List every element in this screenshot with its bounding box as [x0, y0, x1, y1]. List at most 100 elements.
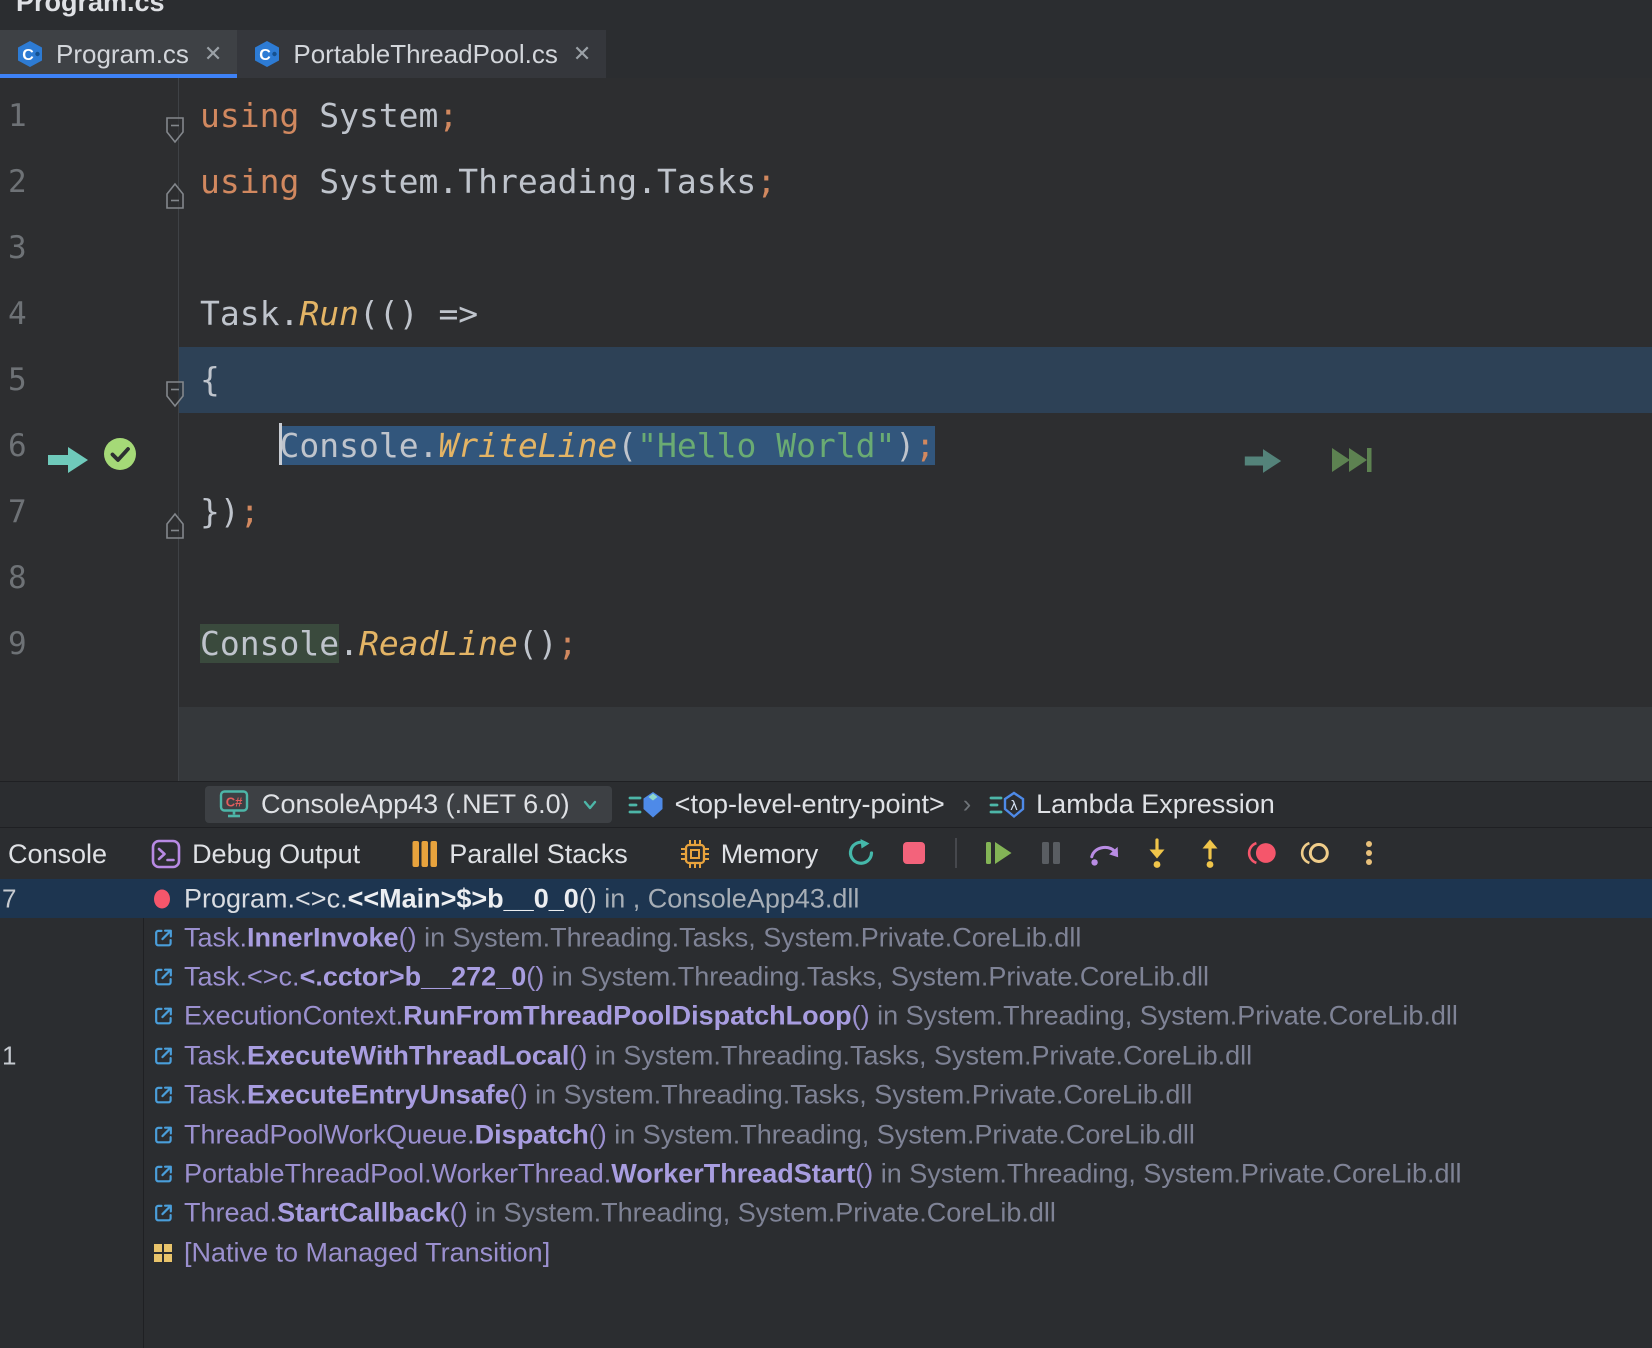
stack-frame-row[interactable]: ExecutionContext.RunFromThreadPoolDispat… [0, 997, 1652, 1036]
stack-frame-row[interactable]: PortableThreadPool.WorkerThread.WorkerTh… [0, 1154, 1652, 1193]
frame-location: in System.Threading.Tasks, System.Privat… [544, 962, 1209, 992]
stack-frame-row[interactable]: 7 Program.<>c.<<Main>$>b__0_0() in , Cons… [0, 879, 1652, 918]
external-frame-icon [152, 1202, 175, 1225]
tab-label: Program.cs [56, 39, 189, 70]
code-token: "Hello World" [637, 426, 895, 465]
code-token: WriteLine [438, 426, 617, 465]
code-line-7[interactable]: 7}); [0, 479, 1652, 545]
frame-parens: () [569, 1040, 587, 1070]
stack-frame-row[interactable]: ThreadPoolWorkQueue.Dispatch() in System… [0, 1115, 1652, 1154]
external-frame-icon [152, 1084, 175, 1107]
resume-program-button[interactable] [982, 837, 1014, 869]
stack-frame-row[interactable]: Task.<>c.<.cctor>b__272_0() in System.Th… [0, 957, 1652, 996]
code-token: ; [756, 162, 776, 201]
stack-frame-row[interactable]: Task.InnerInvoke() in System.Threading.T… [0, 918, 1652, 957]
stack-frame-row[interactable]: Task.ExecuteEntryUnsafe() in System.Thre… [0, 1076, 1652, 1115]
rerun-debug-button[interactable] [845, 837, 877, 869]
frame-prefix: PortableThreadPool.WorkerThread. [184, 1159, 611, 1189]
view-breakpoints-button[interactable] [1247, 837, 1279, 869]
toolbar-divider [955, 838, 957, 868]
window-title: Program.cs [16, 0, 165, 18]
line-number: 8 [8, 545, 27, 611]
debug-tab-parallel-stacks[interactable]: Parallel Stacks [397, 828, 643, 880]
stack-frame-text: [Native to Managed Transition] [184, 1237, 550, 1268]
code-token: Task. [200, 294, 299, 333]
code-line-1[interactable]: 1using System; [0, 83, 1652, 149]
breadcrumb-item[interactable]: <top-level-entry-point> [628, 789, 945, 820]
frame-prefix: ThreadPoolWorkQueue. [184, 1119, 475, 1149]
pause-program-button[interactable] [1035, 837, 1067, 869]
breakpoint-dot-icon [152, 887, 172, 911]
chevron-down-icon [581, 798, 599, 812]
code-line-3[interactable]: 3 [0, 215, 1652, 281]
frame-method: Dispatch [475, 1119, 589, 1149]
breakpoint-ring-button[interactable] [1300, 837, 1332, 869]
code-token: using [200, 96, 299, 135]
close-icon[interactable]: ✕ [204, 41, 222, 67]
code-token: ; [558, 624, 578, 663]
stop-button[interactable] [898, 837, 930, 869]
editor-tab-portablethreadpool-cs[interactable]: CPortableThreadPool.cs✕ [237, 30, 606, 78]
frame-location: in System.Threading.Tasks, System.Privat… [417, 922, 1082, 952]
breadcrumb-item[interactable]: C#ConsoleApp43 (.NET 6.0) [205, 786, 612, 823]
frame-method: ExecuteWithThreadLocal [247, 1040, 569, 1070]
breadcrumb-separator: › [961, 790, 973, 819]
code-token: Run [299, 294, 359, 333]
step-into-button[interactable] [1141, 837, 1173, 869]
external-frame-icon [152, 926, 175, 949]
code-line-6[interactable]: 6 Console.WriteLine("Hello World"); [0, 413, 1652, 479]
debug-tab-console[interactable]: Console [0, 828, 122, 880]
stack-frame-row[interactable]: [Native to Managed Transition] [0, 1233, 1652, 1272]
code-editor[interactable]: 1using System;2using System.Threading.Ta… [0, 78, 1652, 781]
frame-method: StartCallback [277, 1198, 450, 1228]
frame-method: WorkerThreadStart [611, 1159, 855, 1189]
code-line-2[interactable]: 2using System.Threading.Tasks; [0, 149, 1652, 215]
frame-method: <.cctor>b__272_0 [300, 962, 527, 992]
code-token: { [200, 360, 220, 399]
frame-parens: () [450, 1198, 468, 1228]
frame-location: in , ConsoleApp43.dll [597, 883, 860, 913]
step-over-button[interactable] [1088, 837, 1120, 869]
frame-parens: () [399, 922, 417, 952]
debug-tab-memory[interactable]: Memory [665, 828, 834, 880]
code-text: { [200, 347, 220, 413]
stack-frame-row[interactable]: 1Task.ExecuteWithThreadLocal() in System… [0, 1036, 1652, 1075]
stack-frame-row[interactable]: Thread.StartCallback() in System.Threadi… [0, 1194, 1652, 1233]
close-icon[interactable]: ✕ [573, 41, 591, 67]
thread-label: 7 [2, 883, 16, 914]
code-line-8[interactable]: 8 [0, 545, 1652, 611]
stack-frame-text: Program.<>c.<<Main>$>b__0_0() in , Conso… [184, 883, 859, 914]
code-token: ; [915, 426, 935, 465]
frame-parens: () [526, 962, 544, 992]
editor-tab-program-cs[interactable]: C Program.cs ✕ [0, 30, 237, 78]
stack-frame-text: ExecutionContext.RunFromThreadPoolDispat… [184, 1001, 1458, 1032]
frame-location: in System.Threading, System.Private.Core… [870, 1001, 1458, 1031]
step-out-button[interactable] [1194, 837, 1226, 869]
more-options-button[interactable] [1353, 837, 1385, 869]
frame-method: RunFromThreadPoolDispatchLoop [403, 1001, 852, 1031]
frame-prefix: Thread. [184, 1198, 277, 1228]
svg-text:C: C [22, 47, 34, 64]
code-token: System.Threading.Tasks [299, 162, 756, 201]
debug-tab-debug-output[interactable]: Debug Output [136, 828, 375, 880]
stack-frame-text: PortableThreadPool.WorkerThread.WorkerTh… [184, 1159, 1462, 1190]
tab-label: PortableThreadPool.cs [293, 39, 557, 70]
code-line-4[interactable]: 4Task.Run(() => [0, 281, 1652, 347]
code-token: using [200, 162, 299, 201]
code-token: () [518, 624, 558, 663]
code-token [200, 426, 279, 465]
code-line-9[interactable]: 9Console.ReadLine(); [0, 611, 1652, 677]
window-titlebar: Program.cs [0, 0, 1652, 30]
native-transition-icon [152, 1242, 174, 1264]
frame-method: <<Main>$>b__0_0 [348, 883, 579, 913]
code-token: => [438, 294, 478, 333]
debug-tab-label: Memory [721, 839, 819, 870]
stack-frame-text: Task.ExecuteEntryUnsafe() in System.Thre… [184, 1080, 1192, 1111]
code-line-5[interactable]: 5{ [0, 347, 1652, 413]
breadcrumb-item[interactable]: λLambda Expression [989, 789, 1275, 820]
stack-frame-text: Task.ExecuteWithThreadLocal() in System.… [184, 1040, 1252, 1071]
code-token: Console [200, 624, 339, 663]
lambda-expression-icon: λ [989, 790, 1025, 820]
code-text: Task.Run(() => [200, 281, 478, 347]
frame-parens: () [852, 1001, 870, 1031]
